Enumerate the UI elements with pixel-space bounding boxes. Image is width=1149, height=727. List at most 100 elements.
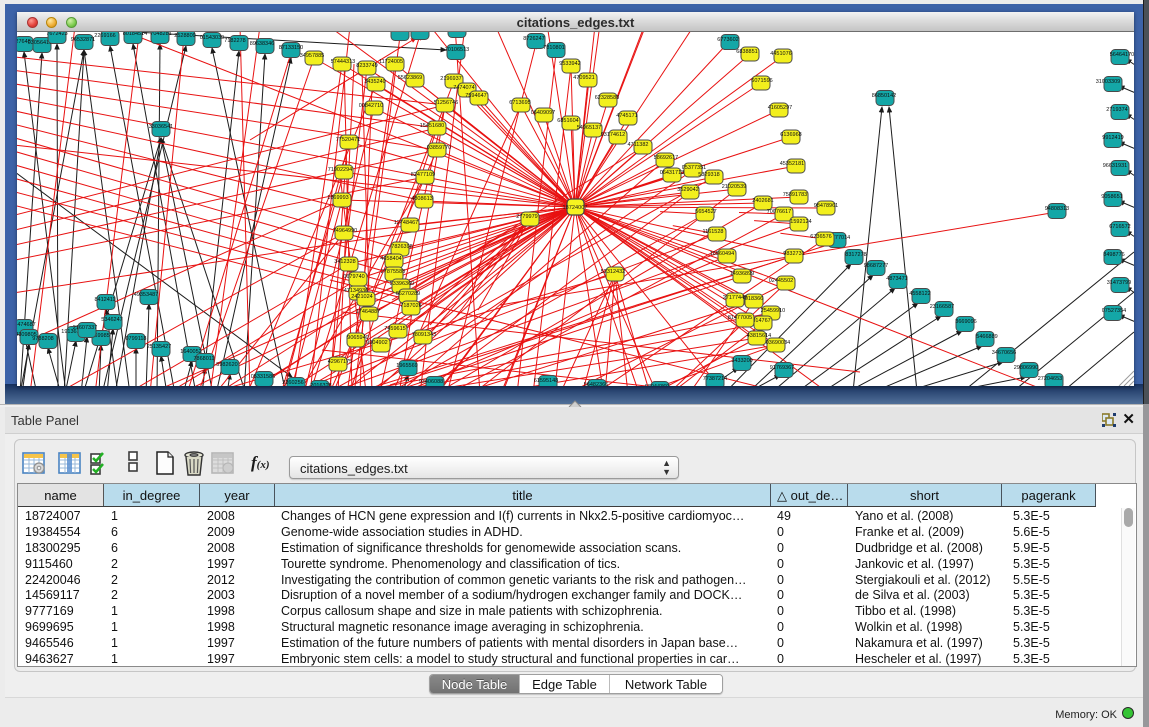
svg-text:4738299: 4738299 (405, 32, 426, 33)
svg-text:9912419: 9912419 (1102, 135, 1123, 141)
svg-text:06409097: 06409097 (531, 110, 555, 116)
svg-text:98478961: 98478961 (814, 203, 838, 209)
svg-text:33036541: 33036541 (149, 124, 173, 130)
svg-text:75891783: 75891783 (783, 192, 807, 198)
svg-text:1161528: 1161528 (702, 229, 723, 235)
svg-text:58692617: 58692617 (654, 155, 678, 161)
svg-text:15451680: 15451680 (420, 123, 444, 129)
svg-text:31473799: 31473799 (1107, 280, 1131, 286)
svg-text:17464887: 17464887 (356, 309, 380, 315)
svg-text:62328588: 62328588 (595, 95, 619, 101)
svg-text:21607337: 21607337 (73, 325, 97, 331)
svg-text:1965569: 1965569 (396, 363, 417, 369)
svg-text:21020539: 21020539 (722, 184, 746, 190)
svg-text:5466889: 5466889 (976, 334, 997, 340)
svg-text:34670656: 34670656 (992, 350, 1016, 356)
svg-text:53396360: 53396360 (390, 281, 414, 287)
svg-text:23166587: 23166587 (930, 304, 954, 310)
svg-text:3412328: 3412328 (334, 259, 355, 265)
svg-text:05377351: 05377351 (682, 165, 706, 171)
svg-text:52312432: 52312432 (601, 269, 625, 275)
svg-text:2016328: 2016328 (310, 383, 331, 386)
svg-text:2779979: 2779979 (516, 214, 537, 220)
svg-text:89638346: 89638346 (250, 41, 274, 47)
svg-text:25459910: 25459910 (761, 308, 785, 314)
svg-text:91769367: 91769367 (770, 365, 794, 371)
svg-text:7810801: 7810801 (543, 45, 564, 51)
svg-text:57444313: 57444313 (331, 59, 355, 65)
svg-text:77387214: 77387214 (703, 376, 727, 382)
svg-text:4558122: 4558122 (909, 291, 930, 297)
svg-text:93174612: 93174612 (601, 132, 625, 138)
svg-text:0679740: 0679740 (343, 274, 364, 280)
svg-text:4451076: 4451076 (770, 51, 791, 57)
svg-text:4709521: 4709521 (573, 75, 594, 81)
svg-text:2719374: 2719374 (1106, 107, 1127, 113)
svg-text:31003309: 31003309 (1096, 79, 1120, 85)
svg-text:51256746: 51256746 (434, 100, 458, 106)
svg-text:14936899: 14936899 (730, 271, 754, 277)
svg-text:01543039: 01543039 (200, 35, 224, 41)
svg-text:11724005: 11724005 (379, 59, 403, 65)
svg-text:2260256: 2260256 (282, 380, 303, 386)
svg-text:00842710: 00842710 (359, 103, 383, 109)
svg-text:61595148: 61595148 (534, 378, 558, 384)
svg-text:94808313: 94808313 (1045, 206, 1069, 212)
svg-text:6838851: 6838851 (736, 49, 757, 55)
svg-text:16560494: 16560494 (710, 251, 734, 257)
svg-text:71902294: 71902294 (328, 167, 352, 173)
svg-text:4745171: 4745171 (616, 113, 637, 119)
svg-text:8233749: 8233749 (356, 63, 377, 69)
svg-text:86850142: 86850142 (872, 93, 896, 99)
svg-text:87133150: 87133150 (279, 45, 303, 51)
svg-text:7826398: 7826398 (391, 244, 412, 250)
svg-text:66270289: 66270289 (396, 291, 420, 297)
svg-text:6713695: 6713695 (509, 100, 530, 106)
svg-text:4658404: 4658404 (380, 256, 401, 262)
svg-text:80184514: 80184514 (123, 32, 147, 37)
svg-text:8726247: 8726247 (523, 36, 544, 42)
svg-text:25135427: 25135427 (147, 344, 171, 350)
svg-text:7868011: 7868011 (193, 356, 214, 362)
svg-text:1592124: 1592124 (790, 219, 811, 225)
svg-text:0799118: 0799118 (125, 336, 146, 342)
svg-text:6136968: 6136968 (780, 132, 801, 138)
svg-text:56464170: 56464170 (1110, 52, 1134, 58)
svg-text:5329318: 5329318 (698, 172, 719, 178)
svg-text:2269166: 2269166 (94, 33, 115, 39)
svg-text:74964990: 74964990 (333, 228, 357, 234)
svg-text:02445502: 02445502 (769, 278, 793, 284)
svg-text:18724007: 18724007 (563, 205, 588, 211)
svg-text:7672423: 7672423 (46, 32, 67, 37)
svg-text:7182278: 7182278 (224, 38, 245, 44)
svg-text:43815614: 43815614 (747, 333, 771, 339)
svg-text:5982620: 5982620 (216, 362, 237, 368)
svg-text:8317278: 8317278 (845, 252, 866, 258)
svg-text:9904902: 9904902 (366, 340, 387, 346)
svg-text:6736576: 6736576 (810, 234, 831, 240)
svg-text:1869993: 1869993 (327, 195, 348, 201)
svg-text:7594647: 7594647 (465, 93, 486, 99)
svg-text:81477005: 81477005 (728, 315, 752, 321)
svg-text:96631931: 96631931 (1103, 163, 1127, 169)
svg-text:78091343: 78091343 (412, 332, 436, 338)
svg-text:5346247: 5346247 (101, 317, 122, 323)
svg-text:29806990: 29806990 (1014, 365, 1038, 371)
svg-text:45352181: 45352181 (780, 161, 804, 167)
svg-text:9832731: 9832731 (783, 251, 804, 257)
svg-text:41605297: 41605297 (768, 105, 792, 111)
svg-text:3669096: 3669096 (955, 319, 976, 325)
svg-text:9058651: 9058651 (1101, 194, 1122, 200)
svg-text:93406088: 93406088 (419, 379, 443, 385)
svg-text:2402681: 2402681 (752, 198, 773, 204)
svg-text:55623869: 55623869 (398, 75, 422, 81)
svg-text:03690034: 03690034 (766, 340, 790, 346)
svg-text:3435240: 3435240 (364, 79, 385, 85)
svg-text:27177449: 27177449 (723, 295, 747, 301)
svg-text:6851604: 6851604 (557, 118, 578, 124)
svg-text:27204653: 27204653 (1038, 376, 1062, 382)
svg-text:05331586: 05331586 (251, 374, 275, 380)
svg-text:56482366: 56482366 (584, 382, 608, 386)
svg-text:2421024: 2421024 (351, 294, 372, 300)
svg-text:6474687: 6474687 (17, 322, 36, 328)
